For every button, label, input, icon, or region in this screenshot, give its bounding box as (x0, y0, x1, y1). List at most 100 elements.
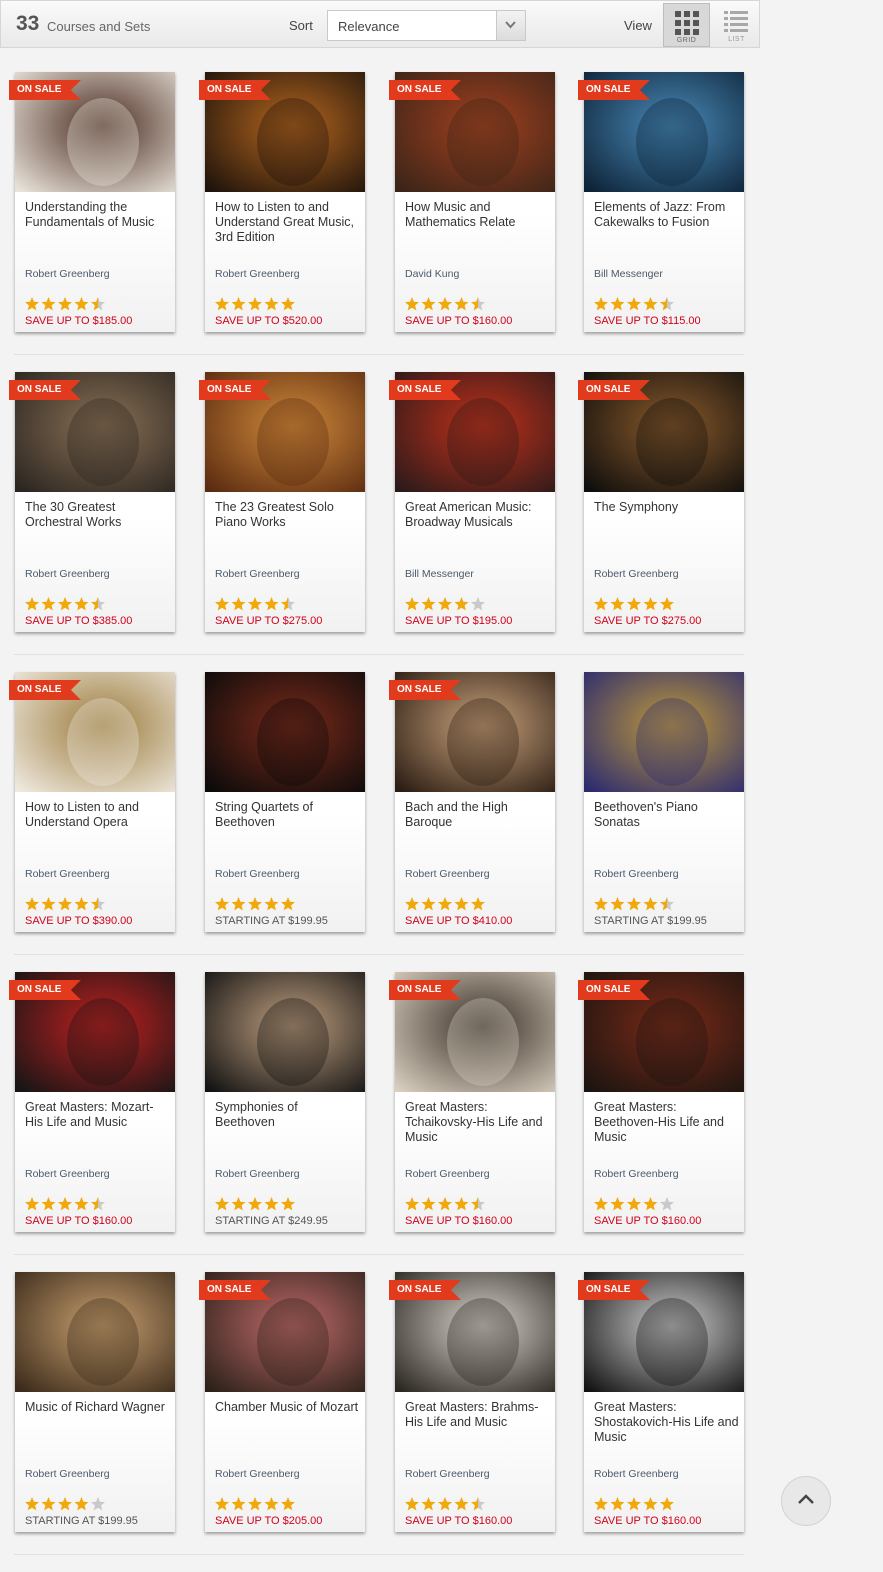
course-title[interactable]: Great Masters: Beethoven-His Life and Mu… (594, 1100, 739, 1145)
course-title[interactable]: The Symphony (594, 500, 739, 515)
star-icon (215, 1197, 229, 1211)
star-icon (248, 1197, 262, 1211)
sort-selected-value: Relevance (338, 19, 400, 34)
course-title[interactable]: How to Listen to and Understand Great Mu… (215, 200, 360, 245)
star-icon (594, 897, 608, 911)
course-card[interactable]: Beethoven's Piano Sonatas Robert Greenber… (584, 672, 744, 932)
course-card[interactable]: ON SALE How Music and Mathematics Relate D… (389, 72, 555, 332)
course-author: Robert Greenberg (25, 868, 110, 880)
course-thumbnail[interactable] (205, 672, 365, 792)
course-title[interactable]: Symphonies of Beethoven (215, 1100, 360, 1130)
star-icon (231, 897, 246, 911)
course-title[interactable]: Beethoven's Piano Sonatas (594, 800, 739, 830)
course-card[interactable]: ON SALE The 23 Greatest Solo Piano Works R… (199, 372, 365, 632)
on-sale-badge: ON SALE (578, 980, 650, 1000)
course-title[interactable]: Great American Music: Broadway Musicals (405, 500, 550, 530)
course-title[interactable]: Understanding the Fundamentals of Music (25, 200, 170, 230)
course-card[interactable]: ON SALE The Symphony Robert Greenberg SAVE … (578, 372, 744, 632)
course-price: SAVE UP TO $520.00 (215, 315, 323, 327)
course-author: Robert Greenberg (215, 1468, 300, 1480)
star-icon (438, 1497, 452, 1511)
course-price: SAVE UP TO $195.00 (405, 615, 513, 627)
rating-stars (404, 596, 489, 612)
course-title[interactable]: The 30 Greatest Orchestral Works (25, 500, 170, 530)
course-card[interactable]: ON SALE How to Listen to and Understand G… (199, 72, 365, 332)
on-sale-badge: ON SALE (9, 80, 81, 100)
on-sale-badge: ON SALE (389, 1280, 461, 1300)
star-icon (264, 1497, 279, 1511)
rating-stars (24, 1196, 109, 1212)
course-card[interactable]: ON SALE Understanding the Fundamentals of… (9, 72, 175, 332)
star-icon (660, 1197, 674, 1211)
course-card[interactable]: ON SALE Elements of Jazz: From Cakewalks … (578, 72, 744, 332)
rating-stars (593, 596, 678, 612)
course-title[interactable]: Chamber Music of Mozart (215, 1400, 360, 1415)
course-card[interactable]: ON SALE Bach and the High Baroque Robert G… (389, 672, 555, 932)
course-title[interactable]: Great Masters: Brahms-His Life and Music (405, 1400, 550, 1430)
course-card[interactable]: Music of Richard Wagner Robert Greenberg S… (15, 1272, 175, 1532)
course-title[interactable]: Elements of Jazz: From Cakewalks to Fusi… (594, 200, 739, 230)
course-thumbnail[interactable] (584, 672, 744, 792)
list-icon (724, 11, 748, 32)
star-rating-icon (25, 1197, 105, 1211)
star-rating-icon (215, 297, 295, 311)
course-card[interactable]: ON SALE The 30 Greatest Orchestral Works R… (9, 372, 175, 632)
course-price: SAVE UP TO $160.00 (405, 1215, 513, 1227)
course-grid: ON SALE Understanding the Fundamentals of… (0, 72, 760, 1572)
course-price: STARTING AT $249.95 (215, 1215, 328, 1227)
star-icon (405, 1197, 419, 1211)
on-sale-badge: ON SALE (389, 380, 461, 400)
course-card[interactable]: ON SALE Great Masters: Tchaikovsky-His Li… (389, 972, 555, 1232)
course-title[interactable]: Great Masters: Tchaikovsky-His Life and … (405, 1100, 550, 1145)
course-author: Robert Greenberg (215, 1168, 300, 1180)
on-sale-badge: ON SALE (199, 380, 271, 400)
on-sale-badge: ON SALE (578, 80, 650, 100)
back-to-top-button[interactable] (781, 1476, 831, 1526)
star-icon (438, 897, 452, 911)
on-sale-badge: ON SALE (9, 380, 81, 400)
sort-dropdown[interactable]: Relevance (327, 10, 526, 41)
list-view-label: LIST (728, 36, 745, 43)
row-divider (14, 954, 744, 955)
course-card[interactable]: ON SALE Great Masters: Brahms-His Life an… (389, 1272, 555, 1532)
course-author: Robert Greenberg (25, 268, 110, 280)
course-card[interactable]: ON SALE Great Masters: Beethoven-His Life… (578, 972, 744, 1232)
row-divider (14, 354, 744, 355)
star-icon (660, 897, 674, 911)
course-price: SAVE UP TO $160.00 (594, 1515, 702, 1527)
course-card[interactable]: ON SALE Great Masters: Shostakovich-His L… (578, 1272, 744, 1532)
star-icon (421, 1497, 436, 1511)
course-card[interactable]: ON SALE Great Masters: Mozart-His Life an… (9, 972, 175, 1232)
list-view-button[interactable]: LIST (713, 3, 760, 47)
course-title[interactable]: String Quartets of Beethoven (215, 800, 360, 830)
course-card[interactable]: ON SALE Great American Music: Broadway Mu… (389, 372, 555, 632)
course-thumbnail[interactable] (15, 1272, 175, 1392)
course-price: SAVE UP TO $160.00 (25, 1215, 133, 1227)
course-price: STARTING AT $199.95 (594, 915, 707, 927)
course-title[interactable]: Great Masters: Mozart-His Life and Music (25, 1100, 170, 1130)
course-card[interactable]: String Quartets of Beethoven Robert Green… (205, 672, 365, 932)
course-title[interactable]: Great Masters: Shostakovich-His Life and… (594, 1400, 739, 1445)
course-title[interactable]: How Music and Mathematics Relate (405, 200, 550, 230)
star-icon (41, 897, 56, 911)
rating-stars (593, 296, 678, 312)
course-card[interactable]: ON SALE How to Listen to and Understand O… (9, 672, 175, 932)
star-rating-icon (405, 597, 485, 611)
course-card[interactable]: Symphonies of Beethoven Robert Greenberg S… (205, 972, 365, 1232)
course-title[interactable]: Bach and the High Baroque (405, 800, 550, 830)
star-icon (643, 597, 658, 611)
star-icon (41, 1497, 56, 1511)
course-title[interactable]: How to Listen to and Understand Opera (25, 800, 170, 830)
course-image (205, 672, 365, 792)
course-thumbnail[interactable] (205, 972, 365, 1092)
star-icon (454, 297, 469, 311)
course-row: ON SALE The 30 Greatest Orchestral Works R… (0, 372, 760, 672)
course-title[interactable]: Music of Richard Wagner (25, 1400, 170, 1415)
star-icon (660, 1497, 674, 1511)
grid-view-button[interactable]: GRID (663, 3, 710, 47)
course-card[interactable]: ON SALE Chamber Music of Mozart Robert Gre… (199, 1272, 365, 1532)
course-image (15, 1272, 175, 1392)
course-price: SAVE UP TO $385.00 (25, 615, 133, 627)
sort-dropdown-toggle[interactable] (496, 11, 525, 40)
course-title[interactable]: The 23 Greatest Solo Piano Works (215, 500, 360, 530)
